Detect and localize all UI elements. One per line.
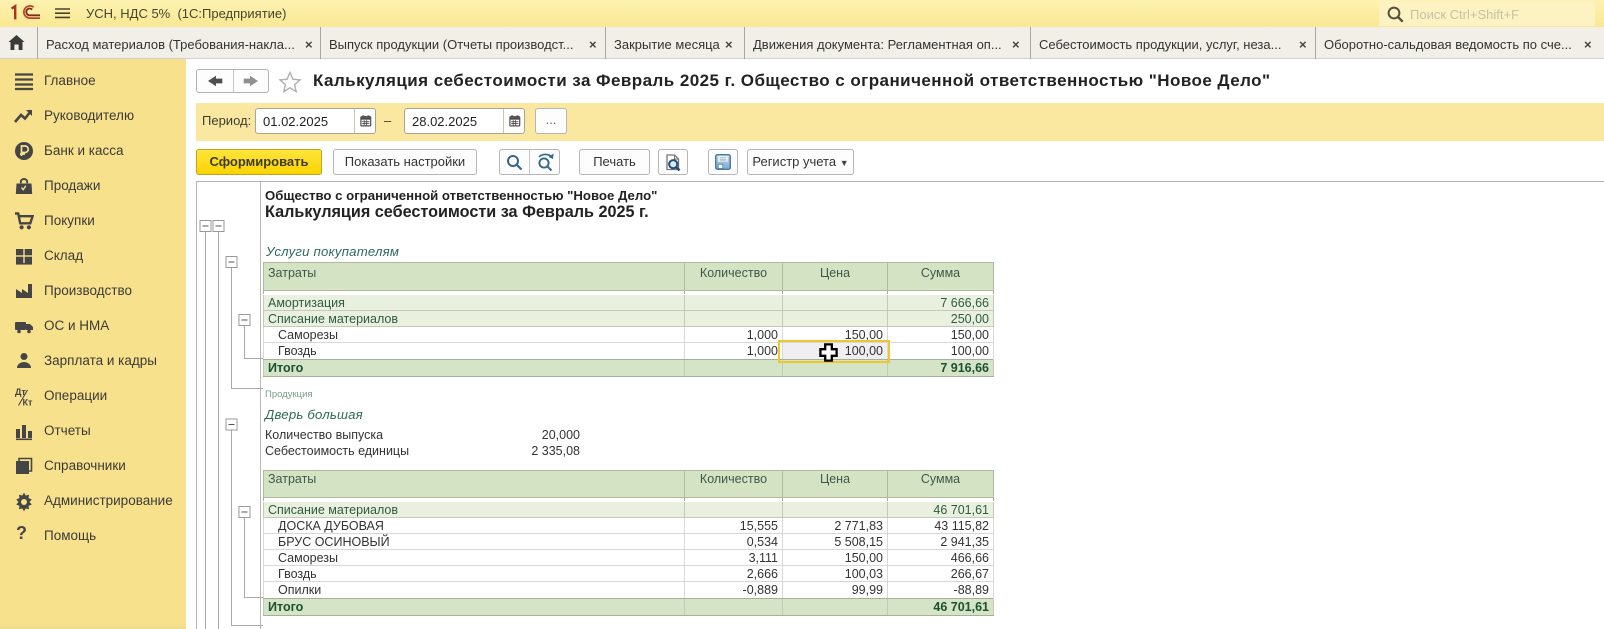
svg-text:Кт: Кт (23, 398, 33, 407)
